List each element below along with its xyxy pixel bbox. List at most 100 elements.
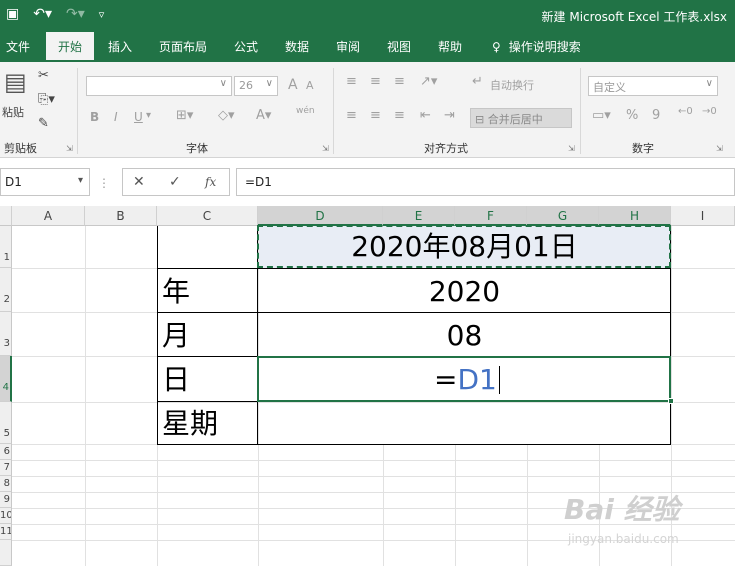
tab-data[interactable]: 数据: [279, 32, 315, 62]
ribbon: ▤ 粘贴 ✂ ⎘▾ ✎ 剪贴板 ⇲ ∨ 26 ∨ A A B I U ▾ ⊞▾ ◇…: [0, 62, 735, 158]
cell-c2[interactable]: 年: [162, 278, 190, 306]
tab-home[interactable]: 开始: [46, 32, 94, 62]
column-header-g[interactable]: G: [527, 206, 599, 226]
quick-access-toolbar: ▣ ↶▾ ↷▾ ▿: [6, 6, 104, 22]
tab-view[interactable]: 视图: [381, 32, 417, 62]
tab-formulas[interactable]: 公式: [228, 32, 264, 62]
chevron-down-icon[interactable]: ▾: [146, 110, 151, 121]
bottom-align-icon[interactable]: ≡: [394, 74, 405, 89]
cell-c3[interactable]: 月: [162, 322, 190, 350]
clipboard-launcher-icon[interactable]: ⇲: [66, 144, 73, 153]
shrink-font-button[interactable]: A: [306, 79, 314, 92]
row-header-11[interactable]: 11: [0, 524, 12, 540]
middle-align-icon[interactable]: ≡: [370, 74, 381, 89]
paste-icon[interactable]: ▤: [4, 68, 27, 96]
percent-button[interactable]: %: [626, 108, 638, 123]
column-header-e[interactable]: E: [383, 206, 455, 226]
cell-c5[interactable]: 星期: [162, 410, 218, 438]
row-header-5[interactable]: 5: [0, 402, 12, 444]
column-header-h[interactable]: H: [599, 206, 671, 226]
gridline: [85, 226, 86, 566]
column-header-d[interactable]: D: [258, 206, 383, 226]
align-right-icon[interactable]: ≡: [394, 108, 405, 123]
format-painter-icon[interactable]: ✎: [38, 116, 49, 131]
row-header-12[interactable]: [0, 540, 12, 566]
paste-label[interactable]: 粘贴: [2, 104, 24, 120]
number-format-combo[interactable]: 自定义 ∨: [588, 76, 718, 96]
row-header-8[interactable]: 8: [0, 476, 12, 492]
select-all-corner[interactable]: [0, 206, 12, 226]
font-size-combo[interactable]: 26 ∨: [234, 76, 278, 96]
row-header-2[interactable]: 2: [0, 268, 12, 312]
fill-color-icon[interactable]: ◇▾: [218, 108, 235, 123]
wrap-text-button[interactable]: 自动换行: [490, 77, 534, 93]
phonetic-guide-button[interactable]: wén: [296, 106, 315, 116]
alignment-launcher-icon[interactable]: ⇲: [568, 144, 575, 153]
comma-style-button[interactable]: 9: [652, 108, 660, 123]
align-center-icon[interactable]: ≡: [370, 108, 381, 123]
number-group-label: 数字: [632, 142, 654, 155]
font-launcher-icon[interactable]: ⇲: [322, 144, 329, 153]
cell-d2[interactable]: 2020: [258, 278, 671, 306]
number-launcher-icon[interactable]: ⇲: [716, 144, 723, 153]
table-border: [157, 444, 671, 445]
column-header-a[interactable]: A: [12, 206, 85, 226]
save-icon[interactable]: ▣: [6, 6, 19, 22]
row-header-9[interactable]: 9: [0, 492, 12, 508]
column-header-f[interactable]: F: [455, 206, 527, 226]
name-box[interactable]: D1 ▾: [0, 168, 90, 196]
cut-icon[interactable]: ✂: [38, 68, 49, 83]
increase-decimal-icon[interactable]: ←0: [678, 106, 693, 117]
fill-handle[interactable]: [668, 398, 674, 404]
accounting-format-icon[interactable]: ▭▾: [592, 108, 611, 123]
name-box-value: D1: [5, 175, 22, 189]
font-color-label: A: [256, 108, 265, 123]
orientation-icon[interactable]: ↗▾: [420, 74, 437, 89]
grow-font-button[interactable]: A: [288, 77, 298, 93]
title-bar: ▣ ↶▾ ↷▾ ▿ 新建 Microsoft Excel 工作表.xlsx: [0, 0, 735, 32]
undo-icon[interactable]: ↶▾: [33, 6, 52, 22]
wrap-text-icon[interactable]: ↵: [472, 74, 483, 89]
font-color-button[interactable]: A▾: [256, 108, 271, 123]
redo-icon[interactable]: ↷▾: [66, 6, 85, 22]
column-header-c[interactable]: C: [157, 206, 258, 226]
decrease-decimal-icon[interactable]: →0: [702, 106, 717, 117]
group-divider: [333, 68, 334, 154]
tab-help[interactable]: 帮助: [432, 32, 468, 62]
group-divider: [580, 68, 581, 154]
tab-insert[interactable]: 插入: [102, 32, 138, 62]
formula-bar-splitter[interactable]: ⋮: [98, 176, 110, 190]
merge-center-button[interactable]: ⊟ 合并后居中: [470, 108, 572, 128]
copy-icon[interactable]: ⎘▾: [38, 92, 55, 107]
tab-file[interactable]: 文件: [0, 32, 36, 62]
column-header-i[interactable]: I: [671, 206, 735, 226]
row-header-10[interactable]: 10: [0, 508, 12, 524]
customize-qat-icon[interactable]: ▿: [99, 8, 105, 21]
tab-review[interactable]: 审阅: [330, 32, 366, 62]
enter-icon[interactable]: ✓: [169, 174, 181, 190]
insert-function-icon[interactable]: fx: [205, 175, 216, 189]
gridline: [12, 402, 735, 403]
border-icon[interactable]: ⊞▾: [176, 108, 193, 123]
row-header-7[interactable]: 7: [0, 460, 12, 476]
formula-input[interactable]: =D1: [236, 168, 735, 196]
increase-indent-icon[interactable]: ⇥: [444, 108, 455, 123]
font-name-combo[interactable]: ∨: [86, 76, 232, 96]
underline-button[interactable]: U: [134, 110, 143, 124]
tab-page-layout[interactable]: 页面布局: [153, 32, 213, 62]
cancel-icon[interactable]: ✕: [133, 174, 145, 190]
decrease-indent-icon[interactable]: ⇤: [420, 108, 431, 123]
top-align-icon[interactable]: ≡: [346, 74, 357, 89]
cell-c4[interactable]: 日: [162, 366, 190, 394]
row-header-4[interactable]: 4: [0, 356, 12, 402]
row-header-1[interactable]: 1: [0, 226, 12, 268]
column-header-b[interactable]: B: [85, 206, 157, 226]
row-header-3[interactable]: 3: [0, 312, 12, 356]
cell-d3[interactable]: 08: [258, 322, 671, 350]
formula-buttons: ✕ ✓ fx: [122, 168, 230, 196]
italic-button[interactable]: I: [114, 110, 118, 124]
tell-me-search[interactable]: ♀ 操作说明搜索: [486, 32, 587, 62]
align-left-icon[interactable]: ≡: [346, 108, 357, 123]
row-header-6[interactable]: 6: [0, 444, 12, 460]
bold-button[interactable]: B: [90, 110, 99, 124]
